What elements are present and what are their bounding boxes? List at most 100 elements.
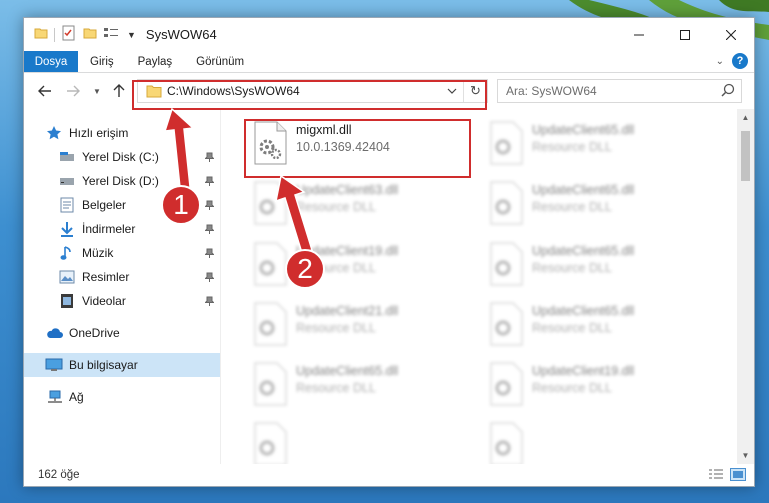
pin-icon[interactable] bbox=[205, 296, 214, 306]
file-desc: Resource DLL bbox=[532, 200, 612, 214]
cloud-icon bbox=[45, 325, 63, 341]
file-text: UpdateClient65.dll Resource DLL bbox=[296, 360, 398, 395]
scroll-up-icon[interactable]: ▲ bbox=[737, 109, 754, 126]
sidebar-item-label: Hızlı erişim bbox=[69, 126, 129, 140]
sidebar-item-label: Belgeler bbox=[82, 198, 127, 212]
file-item[interactable]: UpdateClient19.dll Resource DLL bbox=[248, 240, 472, 292]
pin-icon[interactable] bbox=[205, 272, 214, 282]
dll-file-icon bbox=[484, 420, 528, 464]
minimize-button[interactable] bbox=[616, 18, 662, 51]
forward-button[interactable] bbox=[62, 80, 84, 102]
explorer-window: ▼ SysWOW64 Dosya Giriş Paylaş Görünüm ⌄ … bbox=[23, 17, 755, 487]
file-text: migxml.dll 10.0.1369.42404 bbox=[296, 119, 390, 154]
drive-icon bbox=[58, 173, 76, 189]
tab-share[interactable]: Paylaş bbox=[126, 51, 185, 72]
back-button[interactable] bbox=[34, 80, 56, 102]
file-text: UpdateClient65.dll Resource DLL bbox=[532, 119, 634, 154]
dll-file-icon bbox=[248, 179, 292, 227]
sidebar-item-network[interactable]: Ağ bbox=[24, 385, 220, 409]
file-item-migxml[interactable]: migxml.dll 10.0.1369.42404 bbox=[248, 119, 472, 171]
tab-home[interactable]: Giriş bbox=[78, 51, 126, 72]
navigation-bar: ▼ C:\Windows\SysWOW64 ↻ Ara: SysWOW64 bbox=[24, 73, 754, 109]
file-item[interactable]: UpdateClient65.dll Resource DLL bbox=[248, 360, 472, 412]
file-desc: Resource DLL bbox=[532, 261, 612, 275]
address-bar[interactable]: C:\Windows\SysWOW64 ↻ bbox=[137, 79, 488, 103]
pin-icon[interactable] bbox=[205, 152, 214, 162]
file-name: UpdateClient19.dll bbox=[532, 364, 635, 378]
dll-file-icon bbox=[248, 360, 292, 408]
file-text: UpdateClient65.dll Resource DLL bbox=[532, 240, 634, 275]
tab-view[interactable]: Görünüm bbox=[184, 51, 256, 72]
toolbar-divider bbox=[54, 27, 55, 42]
file-item[interactable]: UpdateClient65.dll Resource DLL bbox=[484, 179, 708, 231]
vertical-scrollbar[interactable]: ▲ ▼ bbox=[737, 109, 754, 464]
file-item[interactable]: UpdateClient65.dll Resource DLL bbox=[484, 300, 708, 352]
pin-icon[interactable] bbox=[205, 248, 214, 258]
sidebar-item-pictures[interactable]: Resimler bbox=[24, 265, 220, 289]
close-button[interactable] bbox=[708, 18, 754, 51]
expand-ribbon-icon[interactable]: ⌄ bbox=[716, 56, 724, 67]
dll-file-icon bbox=[248, 300, 292, 348]
step-1-badge: 1 bbox=[161, 185, 201, 225]
sidebar-item-quick-access[interactable]: Hızlı erişim bbox=[24, 121, 220, 145]
pin-icon[interactable] bbox=[205, 224, 214, 234]
file-desc: Resource DLL bbox=[532, 381, 612, 395]
search-input[interactable]: Ara: SysWOW64 bbox=[497, 79, 742, 103]
step-2-badge: 2 bbox=[285, 249, 325, 289]
navigation-pane: Hızlı erişim Yerel Disk (C:) Yerel Disk … bbox=[24, 109, 221, 464]
content-area: Hızlı erişim Yerel Disk (C:) Yerel Disk … bbox=[24, 109, 754, 464]
scroll-thumb[interactable] bbox=[741, 131, 750, 181]
sidebar-item-videos[interactable]: Videolar bbox=[24, 289, 220, 313]
refresh-icon[interactable]: ↻ bbox=[463, 80, 487, 102]
drive-icon bbox=[58, 149, 76, 165]
file-item[interactable]: UpdateClient65.dll Resource DLL bbox=[484, 119, 708, 171]
customize-toolbar-icon[interactable]: ▼ bbox=[127, 30, 136, 40]
pin-icon[interactable] bbox=[205, 176, 214, 186]
title-bar: ▼ SysWOW64 bbox=[24, 18, 754, 51]
file-name: UpdateClient65.dll bbox=[532, 244, 635, 258]
file-desc: Resource DLL bbox=[532, 321, 612, 335]
dll-file-icon bbox=[484, 300, 528, 348]
sidebar-item-label: Ağ bbox=[69, 390, 84, 404]
file-name: UpdateClient65.dll bbox=[532, 123, 635, 137]
tab-file[interactable]: Dosya bbox=[24, 51, 78, 72]
properties-icon[interactable] bbox=[61, 25, 77, 44]
file-item[interactable] bbox=[484, 420, 708, 464]
item-count: 162 öğe bbox=[38, 469, 80, 481]
sidebar-item-label: OneDrive bbox=[69, 326, 120, 340]
sidebar-item-music[interactable]: Müzik bbox=[24, 241, 220, 265]
maximize-button[interactable] bbox=[662, 18, 708, 51]
file-item[interactable] bbox=[248, 420, 472, 464]
file-name: migxml.dll bbox=[296, 123, 352, 137]
file-item[interactable]: UpdateClient65.dll Resource DLL bbox=[484, 240, 708, 292]
sidebar-item-local-disk-c[interactable]: Yerel Disk (C:) bbox=[24, 145, 220, 169]
video-icon bbox=[58, 293, 76, 309]
recent-locations-button[interactable]: ▼ bbox=[86, 80, 108, 102]
file-desc: Resource DLL bbox=[532, 140, 612, 154]
sidebar-item-onedrive[interactable]: OneDrive bbox=[24, 321, 220, 345]
sidebar-item-label: Yerel Disk (C:) bbox=[82, 150, 159, 164]
file-item[interactable]: UpdateClient63.dll Resource DLL bbox=[248, 179, 472, 231]
file-version: 10.0.1369.42404 bbox=[296, 140, 390, 154]
search-icon[interactable] bbox=[721, 83, 735, 100]
file-item[interactable]: UpdateClient19.dll Resource DLL bbox=[484, 360, 708, 412]
file-desc: Resource DLL bbox=[296, 321, 376, 335]
file-name: UpdateClient65.dll bbox=[532, 304, 635, 318]
details-view-icon[interactable] bbox=[708, 468, 724, 484]
file-text: UpdateClient65.dll Resource DLL bbox=[532, 300, 634, 335]
sidebar-item-this-pc[interactable]: Bu bilgisayar bbox=[24, 353, 220, 377]
view-options-icon[interactable] bbox=[103, 26, 121, 43]
window-controls bbox=[616, 18, 754, 51]
up-button[interactable] bbox=[108, 80, 130, 102]
documents-icon bbox=[58, 197, 76, 213]
file-item[interactable]: UpdateClient21.dll Resource DLL bbox=[248, 300, 472, 352]
new-folder-icon[interactable] bbox=[83, 26, 97, 43]
scroll-down-icon[interactable]: ▼ bbox=[737, 447, 754, 464]
pin-icon[interactable] bbox=[205, 200, 214, 210]
help-icon[interactable]: ? bbox=[732, 53, 748, 69]
address-dropdown-icon[interactable] bbox=[443, 80, 461, 102]
large-icons-view-icon[interactable] bbox=[730, 468, 746, 484]
